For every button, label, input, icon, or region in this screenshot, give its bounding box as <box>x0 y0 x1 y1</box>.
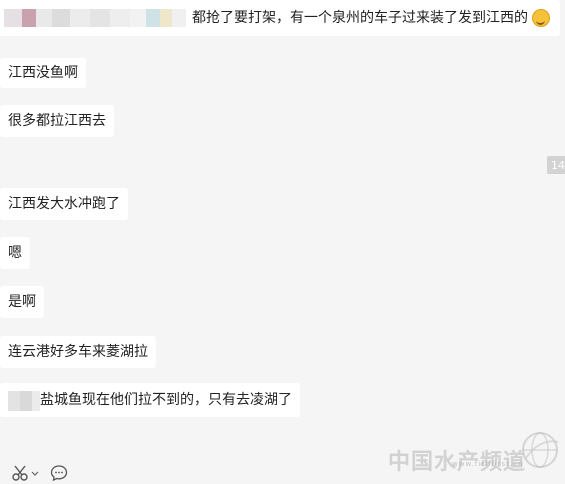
message-bubble: 嗯 <box>0 237 30 269</box>
message-bubble: 很多都拉江西去 <box>0 105 114 137</box>
message-text: 嗯 <box>8 245 22 261</box>
timestamp-tag: 14 <box>547 156 565 174</box>
message-bubble: 盐城鱼现在他们拉不到的，只有去凌湖了 <box>0 383 300 417</box>
message-text: 很多都拉江西去 <box>8 113 106 129</box>
message-text: 江西发大水冲跑了 <box>8 196 120 212</box>
smiley-emoji-icon <box>532 9 550 27</box>
pixelated-name <box>4 9 186 27</box>
chevron-down-icon[interactable] <box>31 469 39 477</box>
message-text: 连云港好多车来菱湖拉 <box>8 344 148 360</box>
chat-bubble-icon <box>50 465 68 482</box>
message-bubble: 江西发大水冲跑了 <box>0 188 128 220</box>
message-bubble: 江西没鱼啊 <box>0 58 86 88</box>
scissors-icon <box>12 465 28 481</box>
input-toolbar <box>0 460 565 484</box>
chat-area: 都抢了要打架，有一个泉州的车子过来装了发到江西的 江西没鱼啊 很多都拉江西去 1… <box>0 0 565 475</box>
screenshot-button[interactable] <box>12 464 39 482</box>
message-bubble: 都抢了要打架，有一个泉州的车子过来装了发到江西的 <box>0 0 560 36</box>
message-bubble: 是啊 <box>0 286 44 318</box>
pixelated-region <box>8 391 40 411</box>
message-text: 江西没鱼啊 <box>8 65 78 81</box>
message-text: 盐城鱼现在他们拉不到的，只有去凌湖了 <box>40 392 292 408</box>
chat-history-button[interactable] <box>50 464 68 482</box>
message-bubble: 连云港好多车来菱湖拉 <box>0 336 156 368</box>
message-text: 都抢了要打架，有一个泉州的车子过来装了发到江西的 <box>192 10 528 26</box>
message-text: 是啊 <box>8 294 36 310</box>
